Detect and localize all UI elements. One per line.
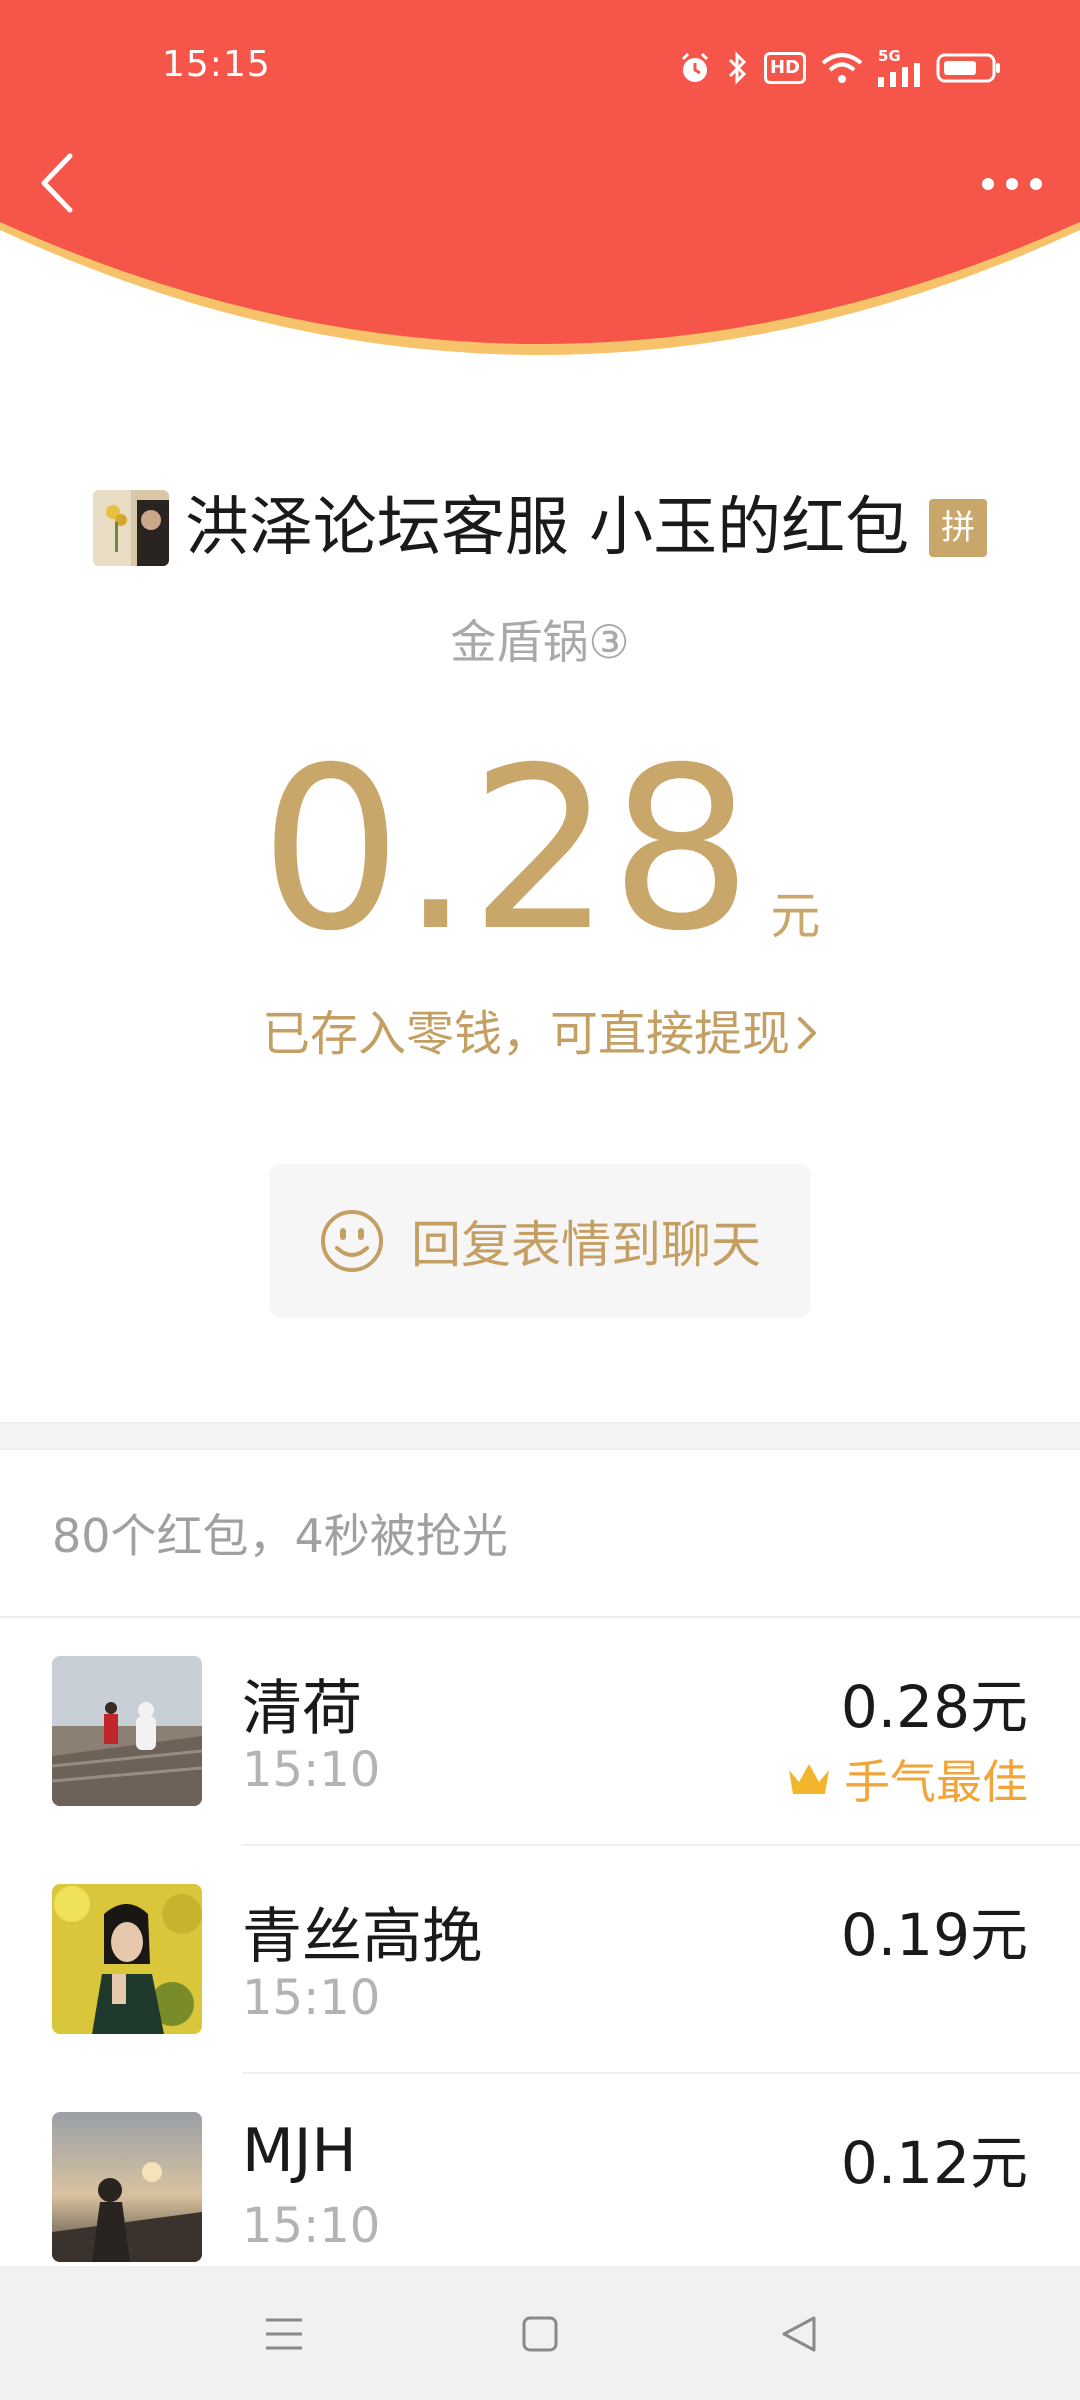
receiver-amount: 0.28元 bbox=[840, 1673, 1028, 1741]
amount-value: 0.28 bbox=[259, 719, 753, 980]
receiver-time: 15:10 bbox=[242, 1742, 381, 1798]
avatar[interactable] bbox=[52, 2112, 202, 2262]
avatar[interactable] bbox=[52, 1656, 202, 1806]
sender-title: 洪泽论坛客服 小玉的红包 bbox=[184, 491, 910, 565]
status-icons: HD 5G bbox=[678, 48, 1002, 88]
list-item[interactable]: 清荷 15:10 0.28元 手气最佳 bbox=[0, 1618, 1080, 1846]
best-luck-badge: 手气最佳 bbox=[786, 1746, 1028, 1812]
sender-row: 洪泽论坛客服 小玉的红包 拼 bbox=[0, 488, 1080, 568]
status-bar: 15:15 HD 5G bbox=[0, 0, 1080, 130]
system-back-button[interactable] bbox=[772, 2306, 828, 2362]
avatar[interactable] bbox=[52, 1884, 202, 2034]
receiver-amount: 0.12元 bbox=[840, 2129, 1028, 2197]
red-packet-detail-page: 15:15 HD 5G 洪泽论坛客服 小玉的红包 拼 金盾锅③ 0.28 元 已… bbox=[0, 0, 1080, 2400]
signal-icon: 5G bbox=[878, 49, 922, 87]
list-item[interactable]: 青丝高挽 15:10 0.19元 bbox=[0, 1846, 1080, 2074]
back-button[interactable] bbox=[36, 150, 82, 216]
deposit-link[interactable]: 已存入零钱，可直接提现 bbox=[0, 994, 1080, 1065]
best-luck-label: 手气最佳 bbox=[844, 1755, 1028, 1809]
pin-badge: 拼 bbox=[929, 499, 988, 557]
status-time: 15:15 bbox=[162, 44, 271, 85]
menu-icon bbox=[266, 2318, 302, 2350]
receiver-list: 清荷 15:10 0.28元 手气最佳 青丝高挽 15:10 0.19元 MJH… bbox=[0, 1618, 1080, 2302]
home-button[interactable] bbox=[512, 2306, 568, 2362]
chevron-right-icon bbox=[796, 1009, 818, 1065]
section-separator bbox=[0, 1422, 1080, 1450]
receiver-time: 15:10 bbox=[242, 1970, 381, 2026]
sender-avatar[interactable] bbox=[92, 490, 169, 566]
alarm-icon bbox=[678, 51, 712, 85]
receiver-name: 青丝高挽 bbox=[242, 1902, 482, 1972]
home-square-icon bbox=[522, 2316, 558, 2352]
battery-icon bbox=[936, 52, 1002, 84]
deposit-text: 已存入零钱，可直接提现 bbox=[261, 1006, 790, 1062]
more-dots-icon bbox=[982, 178, 1042, 190]
smiley-icon bbox=[321, 1210, 383, 1272]
receiver-name: 清荷 bbox=[242, 1674, 362, 1744]
amount-row: 0.28 元 bbox=[0, 719, 1080, 980]
receiver-name: MJH bbox=[242, 2116, 357, 2186]
packet-summary: 80个红包，4秒被抢光 bbox=[52, 1509, 508, 1563]
receiver-amount: 0.19元 bbox=[840, 1901, 1028, 1969]
reply-emoji-button[interactable]: 回复表情到聊天 bbox=[270, 1164, 810, 1318]
packet-subtitle: 金盾锅③ bbox=[450, 615, 630, 669]
hd-icon: HD bbox=[763, 52, 806, 84]
chevron-left-icon bbox=[41, 153, 73, 213]
back-triangle-icon bbox=[782, 2316, 816, 2352]
amount-unit: 元 bbox=[770, 887, 821, 945]
crown-icon bbox=[789, 1764, 829, 1794]
recent-apps-button[interactable] bbox=[256, 2306, 312, 2362]
bluetooth-icon bbox=[726, 50, 750, 86]
system-nav-bar bbox=[0, 2266, 1080, 2400]
more-button[interactable] bbox=[980, 160, 1044, 208]
receiver-time: 15:10 bbox=[242, 2198, 381, 2254]
wifi-icon bbox=[820, 51, 864, 85]
reply-label: 回复表情到聊天 bbox=[411, 1216, 761, 1274]
network-label: 5G bbox=[878, 47, 901, 65]
